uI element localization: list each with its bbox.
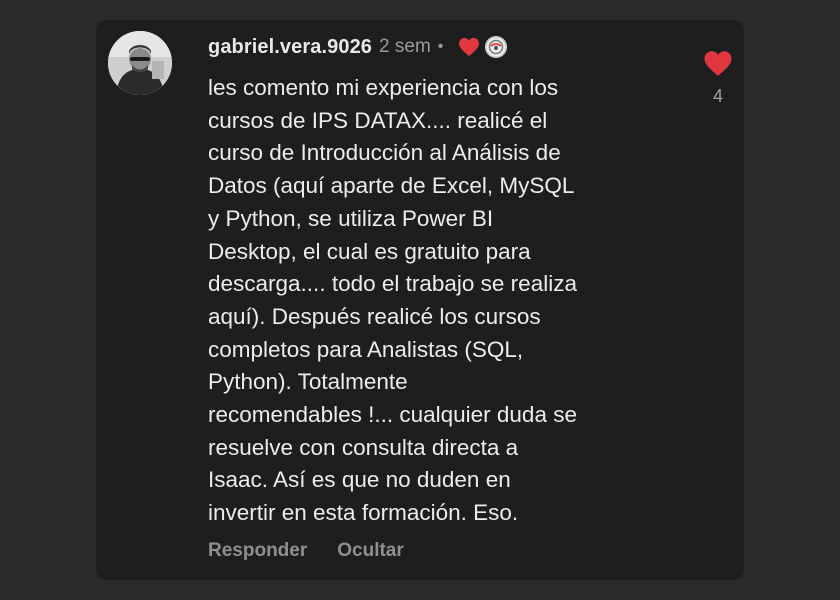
- comment-header: gabriel.vera.9026 2 sem •: [208, 34, 508, 60]
- avatar-photo: [108, 31, 172, 95]
- creator-liked-heart-icon: [458, 37, 480, 57]
- heart-icon: [704, 51, 732, 76]
- username-link[interactable]: gabriel.vera.9026: [208, 36, 372, 59]
- reply-button[interactable]: Responder: [208, 540, 307, 562]
- comment-line: les comento mi experiencia con los: [208, 75, 559, 100]
- comment-line: Datos (aquí aparte de Excel, MySQL: [208, 173, 575, 199]
- comment-line: recomendables !... cualquier duda se: [208, 402, 577, 428]
- comment-line: invertir en esta formación. Eso.: [208, 500, 519, 526]
- user-avatar[interactable]: [108, 31, 172, 95]
- comment-line: Python). Totalmente: [208, 369, 408, 395]
- comment-line: Isaac. Así es que no duden en: [208, 467, 511, 493]
- comment-line: aquí). Después realicé los cursos: [208, 303, 541, 329]
- like-button[interactable]: 4: [702, 50, 734, 107]
- comment-line: cursos de IPS DATAX.... realicé el: [208, 107, 548, 133]
- comment-line: curso de Introducción al Análisis de: [208, 140, 561, 166]
- comment-line: resuelve con consulta directa a: [208, 434, 519, 460]
- timestamp: 2 sem: [379, 36, 431, 57]
- comment-line: descarga.... todo el trabajo se realiza: [208, 271, 577, 297]
- like-count: 4: [712, 86, 723, 106]
- comment-line: y Python, se utiliza Power BI: [208, 205, 494, 231]
- comment-line: completos para Analistas (SQL,: [208, 336, 524, 362]
- comment-card: gabriel.vera.9026 2 sem • les comento mi…: [96, 20, 744, 580]
- creator-avatar-icon: [485, 36, 508, 58]
- comment-body: les comento mi experiencia con los curso…: [208, 72, 668, 530]
- separator-dot: •: [437, 38, 444, 55]
- comment-actions: Responder Ocultar: [208, 540, 404, 562]
- comment-line: Desktop, el cual es gratuito para: [208, 238, 531, 264]
- hide-button[interactable]: Ocultar: [337, 540, 404, 562]
